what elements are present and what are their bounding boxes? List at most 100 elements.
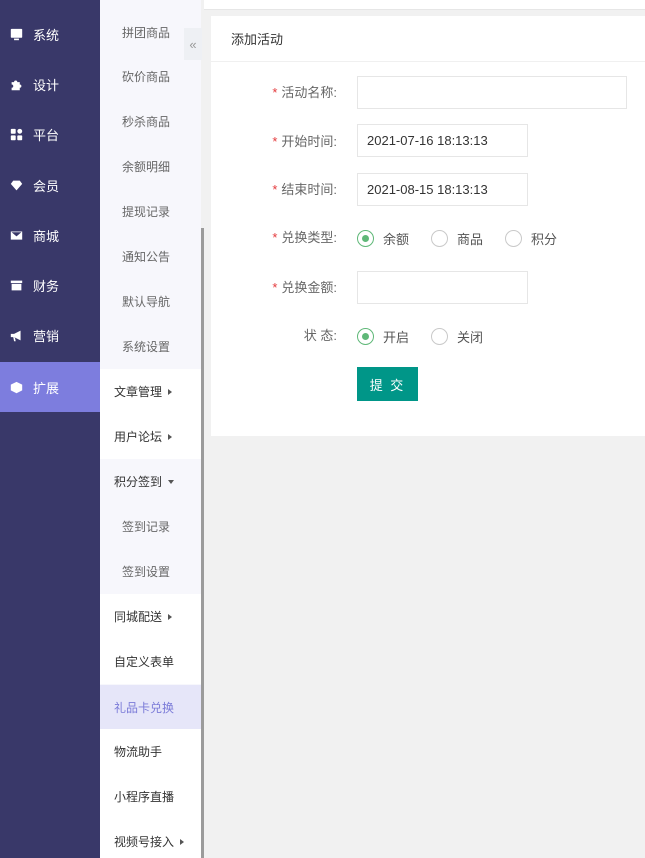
sidebar-sub-item[interactable]: 默认导航 bbox=[100, 279, 201, 324]
radio-label: 余额 bbox=[383, 231, 410, 247]
sidebar-group-label: 小程序直播 bbox=[114, 790, 175, 804]
sidebar-item-label: 财务 bbox=[33, 278, 60, 294]
required-mark: * bbox=[272, 134, 278, 149]
name-label: * 活动名称: bbox=[251, 77, 337, 109]
sidebar-item-label: 营销 bbox=[33, 328, 60, 344]
sidebar-group-live[interactable]: 小程序直播 bbox=[100, 774, 201, 819]
sidebar-sub-item[interactable]: 砍价商品 bbox=[100, 54, 201, 99]
sidebar-group-label: 视频号接入 bbox=[114, 835, 175, 849]
sidebar-item-label: 系统 bbox=[33, 27, 60, 43]
sidebar-sub-label: 通知公告 bbox=[122, 250, 171, 264]
sidebar-sub-label: 余额明细 bbox=[122, 160, 171, 174]
sidebar-item-finance[interactable]: 财务 bbox=[0, 260, 100, 310]
radio-balance[interactable]: 余额 bbox=[357, 229, 409, 248]
sidebar-sub-item[interactable]: 系统设置 bbox=[100, 324, 201, 369]
sidebar-sub-item[interactable]: 余额明细 bbox=[100, 144, 201, 189]
top-bar bbox=[204, 0, 645, 10]
radio-label: 开启 bbox=[383, 329, 410, 345]
sidebar-item-label: 扩展 bbox=[33, 380, 60, 396]
radio-points[interactable]: 积分 bbox=[505, 229, 557, 248]
sidebar-scrollbar[interactable] bbox=[201, 228, 204, 858]
radio-label: 商品 bbox=[457, 231, 484, 247]
sidebar-sub-item[interactable]: 通知公告 bbox=[100, 234, 201, 279]
sidebar-item-platform[interactable]: 平台 bbox=[0, 109, 100, 159]
sidebar-sub-label: 提现记录 bbox=[122, 205, 171, 219]
end-time-input[interactable]: 2021-08-15 18:13:13 bbox=[357, 173, 528, 206]
sidebar-sub-label: 系统设置 bbox=[122, 340, 171, 354]
label-text: 结束时间: bbox=[281, 182, 337, 197]
exchange-type-radios: 余额 商品 积分 bbox=[357, 222, 579, 254]
radio-enabled[interactable]: 开启 bbox=[357, 327, 409, 346]
sidebar-sub-label: 拼团商品 bbox=[122, 26, 171, 40]
primary-sidebar: 系统 设计 平台 会员 商城 财务 营销 扩展 bbox=[0, 0, 100, 858]
required-mark: * bbox=[272, 85, 278, 100]
required-mark: * bbox=[272, 182, 278, 197]
gem-icon bbox=[9, 178, 23, 192]
exchange-amount-input[interactable] bbox=[357, 271, 528, 304]
end-time-label: * 结束时间: bbox=[251, 174, 337, 206]
radio-circle-icon bbox=[357, 229, 374, 247]
label-text: 开始时间: bbox=[281, 134, 337, 149]
card-title: 添加活动 bbox=[211, 16, 645, 62]
sidebar-item-marketing[interactable]: 营销 bbox=[0, 310, 100, 360]
caret-right-icon bbox=[168, 613, 173, 620]
start-time-input[interactable]: 2021-07-16 18:13:13 bbox=[357, 124, 528, 157]
sidebar-item-system[interactable]: 系统 bbox=[0, 9, 100, 59]
caret-right-icon bbox=[180, 838, 185, 845]
label-text: 兑换金额: bbox=[281, 280, 337, 295]
radio-circle-icon bbox=[505, 229, 523, 247]
sidebar-group-label: 文章管理 bbox=[114, 385, 163, 399]
collapse-sidebar-button[interactable]: « bbox=[184, 28, 202, 60]
radio-label: 积分 bbox=[531, 231, 558, 247]
sidebar-group-label: 同城配送 bbox=[114, 610, 163, 624]
sidebar-item-mall[interactable]: 商城 bbox=[0, 210, 100, 260]
sidebar-sub-item[interactable]: 签到设置 bbox=[100, 549, 201, 594]
sidebar-item-label: 商城 bbox=[33, 228, 60, 244]
sidebar-sub-item[interactable]: 签到记录 bbox=[100, 504, 201, 549]
start-time-label: * 开始时间: bbox=[251, 126, 337, 158]
activity-name-input[interactable] bbox=[357, 76, 627, 109]
sidebar-group-label: 用户论坛 bbox=[114, 430, 163, 444]
sidebar-sub-item[interactable]: 提现记录 bbox=[100, 189, 201, 234]
radio-circle-icon bbox=[431, 327, 449, 345]
secondary-sidebar: 拼团商品 砍价商品 秒杀商品 余额明细 提现记录 通知公告 默认导航 系统设置 … bbox=[100, 0, 201, 858]
radio-disabled[interactable]: 关闭 bbox=[431, 327, 483, 346]
amount-label: * 兑换金额: bbox=[251, 272, 337, 304]
add-activity-card: 添加活动 * 活动名称: * 开始时间: 2021-07-16 18:13:13 *… bbox=[211, 16, 645, 436]
mail-icon bbox=[9, 228, 23, 242]
label-text: 活动名称: bbox=[281, 85, 337, 100]
double-chevron-left-icon: « bbox=[189, 36, 197, 52]
radio-goods[interactable]: 商品 bbox=[431, 229, 483, 248]
sidebar-group-forum[interactable]: 用户论坛 bbox=[100, 414, 201, 459]
required-mark: * bbox=[272, 230, 278, 245]
sidebar-group-label: 物流助手 bbox=[114, 745, 163, 759]
sidebar-sub-label: 秒杀商品 bbox=[122, 115, 171, 129]
sidebar-item-label: 会员 bbox=[33, 178, 60, 194]
monitor-icon bbox=[9, 27, 23, 41]
exchange-type-label: * 兑换类型: bbox=[251, 222, 337, 254]
radio-label: 关闭 bbox=[457, 329, 484, 345]
sidebar-item-label: 平台 bbox=[33, 127, 60, 143]
sidebar-sub-label: 签到设置 bbox=[122, 565, 171, 579]
sidebar-group-checkin[interactable]: 积分签到 bbox=[100, 459, 201, 504]
sidebar-sub-item[interactable]: 秒杀商品 bbox=[100, 99, 201, 144]
sidebar-item-design[interactable]: 设计 bbox=[0, 59, 100, 109]
caret-right-icon bbox=[168, 433, 173, 440]
sidebar-sub-label: 签到记录 bbox=[122, 520, 171, 534]
status-radios: 开启 关闭 bbox=[357, 320, 505, 352]
sidebar-group-video[interactable]: 视频号接入 bbox=[100, 819, 201, 858]
sidebar-group-delivery[interactable]: 同城配送 bbox=[100, 594, 201, 639]
sidebar-group-custom-form[interactable]: 自定义表单 bbox=[100, 639, 201, 684]
sidebar-group-giftcard[interactable]: 礼品卡兑换 bbox=[100, 685, 201, 730]
sidebar-item-extend[interactable]: 扩展 bbox=[0, 362, 100, 412]
puzzle-icon bbox=[9, 77, 23, 91]
sidebar-item-label: 设计 bbox=[33, 77, 60, 93]
sidebar-group-logistics[interactable]: 物流助手 bbox=[100, 729, 201, 774]
sidebar-group-label: 自定义表单 bbox=[114, 655, 175, 669]
sidebar-sub-label: 默认导航 bbox=[122, 295, 171, 309]
cube-icon bbox=[9, 380, 23, 394]
sidebar-item-member[interactable]: 会员 bbox=[0, 160, 100, 210]
sidebar-group-label: 礼品卡兑换 bbox=[114, 701, 175, 715]
sidebar-group-article[interactable]: 文章管理 bbox=[100, 369, 201, 414]
submit-button[interactable]: 提 交 bbox=[357, 367, 418, 401]
